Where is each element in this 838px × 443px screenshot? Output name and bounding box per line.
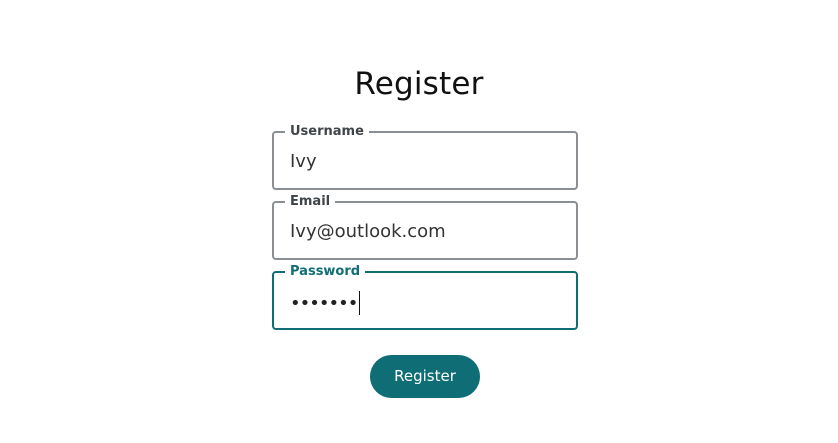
email-label: Email [285,193,336,210]
username-label: Username [285,123,369,140]
username-field[interactable]: Username Ivy [272,123,578,190]
username-value: Ivy [290,151,317,172]
register-form: Register Username Ivy Email Ivy@outlook.… [0,0,838,443]
email-field[interactable]: Email Ivy@outlook.com [272,193,578,260]
page-title: Register [354,66,484,102]
register-button[interactable]: Register [370,355,480,398]
password-label: Password [285,263,366,280]
password-value: ••••••• [290,293,358,314]
password-value-container: ••••••• [290,291,361,316]
password-field[interactable]: Password ••••••• [272,263,578,330]
text-caret [359,291,361,315]
email-value: Ivy@outlook.com [290,221,446,242]
